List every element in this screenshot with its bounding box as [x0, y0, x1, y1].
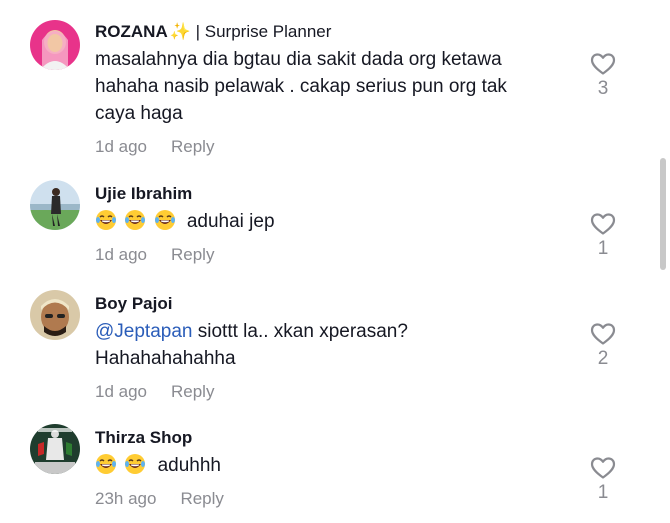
comment-meta: 1d ago Reply [95, 245, 555, 265]
laughing-tears-emoji [124, 453, 146, 475]
timestamp: 1d ago [95, 382, 147, 401]
avatar[interactable] [30, 290, 80, 340]
mention-link[interactable]: @Jeptapan [95, 321, 192, 342]
comment-meta: 1d ago Reply [95, 382, 555, 402]
username-suffix: | Surprise Planner [195, 22, 332, 41]
laughing-tears-emoji [154, 209, 176, 231]
reply-button[interactable]: Reply [171, 137, 214, 156]
sparkles-icon: ✨ [169, 22, 191, 41]
comment-text: aduhhh [95, 452, 555, 479]
like-count: 3 [597, 78, 609, 99]
timestamp: 1d ago [95, 137, 147, 156]
like-count: 2 [597, 348, 609, 369]
reply-button[interactable]: Reply [180, 489, 223, 508]
laughing-tears-emoji [95, 209, 117, 231]
username-text[interactable]: ROZANA [95, 22, 168, 41]
avatar[interactable] [30, 180, 80, 230]
comment-username[interactable]: Boy Pajoi [95, 293, 555, 315]
laughing-tears-emoji [95, 453, 117, 475]
comment-line: masalahnya dia bgtau dia sakit dada org … [95, 49, 502, 70]
comment-username[interactable]: Thirza Shop [95, 427, 555, 449]
comment-text: @Jeptapan siottt la.. xkan xperasan? Hah… [95, 318, 555, 372]
comment-body: aduhhh [157, 455, 221, 476]
heart-outline-icon[interactable] [590, 322, 616, 346]
avatar[interactable] [30, 20, 80, 70]
heart-outline-icon[interactable] [590, 456, 616, 480]
like-button[interactable]: 2 [588, 322, 618, 370]
comment-line: caya haga [95, 103, 183, 124]
comment-line: Hahahahahahha [95, 348, 236, 369]
like-count: 1 [597, 482, 609, 503]
reply-button[interactable]: Reply [171, 245, 214, 264]
comment-text: aduhai jep [95, 208, 555, 235]
like-button[interactable]: 3 [588, 52, 618, 100]
heart-outline-icon[interactable] [590, 212, 616, 236]
timestamp: 1d ago [95, 245, 147, 264]
timestamp: 23h ago [95, 489, 157, 508]
scrollbar-thumb[interactable] [660, 158, 666, 270]
comment-text: masalahnya dia bgtau dia sakit dada org … [95, 46, 555, 127]
like-button[interactable]: 1 [588, 456, 618, 504]
comment-line: @Jeptapan siottt la.. xkan xperasan? [95, 318, 555, 345]
comment-body: aduhai jep [186, 211, 275, 232]
comment-username[interactable]: ROZANA ✨ | Surprise Planner [95, 21, 555, 43]
like-button[interactable]: 1 [588, 212, 618, 260]
reply-button[interactable]: Reply [171, 382, 214, 401]
comment-meta: 1d ago Reply [95, 137, 555, 157]
comment-body: siottt la.. xkan xperasan? [197, 321, 408, 342]
laughing-tears-emoji [124, 209, 146, 231]
comment-username[interactable]: Ujie Ibrahim [95, 183, 555, 205]
avatar[interactable] [30, 424, 80, 474]
comment-meta: 23h ago Reply [95, 489, 555, 509]
like-count: 1 [597, 238, 609, 259]
heart-outline-icon[interactable] [590, 52, 616, 76]
comment-line: hahaha nasib pelawak . cakap serius pun … [95, 76, 507, 97]
